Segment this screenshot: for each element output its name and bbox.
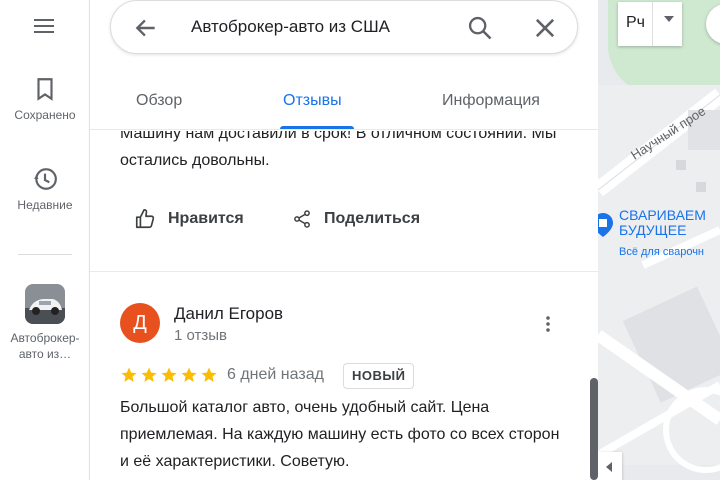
rail-divider xyxy=(18,254,72,255)
collapse-panel-button[interactable] xyxy=(598,452,622,480)
poi-label[interactable]: СВАРИВАЕМ БУДУЩЕЕ xyxy=(619,208,706,238)
active-tab-indicator xyxy=(280,126,354,129)
recent-place-item[interactable]: Автоброкер- авто из… xyxy=(0,284,90,362)
poi-label-line1: СВАРИВАЕМ xyxy=(619,207,706,223)
review-divider xyxy=(90,271,598,272)
like-button[interactable]: Нравится xyxy=(134,206,244,232)
map-background xyxy=(598,0,720,473)
place-label-line1: Автоброкер- xyxy=(10,331,80,345)
new-badge: НОВЫЙ xyxy=(343,363,415,389)
panel-scrollbar[interactable] xyxy=(590,378,598,480)
place-panel: Машину нам доставили в срок! В отличном … xyxy=(90,0,598,480)
chevron-left-icon xyxy=(606,462,612,472)
star-icon xyxy=(201,367,217,382)
menu-icon[interactable] xyxy=(32,14,56,38)
review-count: 1 отзыв xyxy=(174,327,228,344)
search-icon[interactable] xyxy=(466,14,494,42)
share-label: Поделиться xyxy=(324,210,421,227)
language-selector[interactable]: Рч xyxy=(618,2,682,46)
history-icon xyxy=(34,168,57,190)
tab-reviews[interactable]: Отзывы xyxy=(283,92,342,110)
review-author[interactable]: Данил Егоров xyxy=(174,304,283,324)
search-box[interactable]: Автоброкер-авто из США xyxy=(110,0,578,54)
tab-overview[interactable]: Обзор xyxy=(136,92,182,110)
chevron-down-icon[interactable] xyxy=(664,16,674,22)
previous-review: Машину нам доставили в срок! В отличном … xyxy=(90,131,598,201)
review-date: 6 дней назад xyxy=(227,366,324,383)
star-icon xyxy=(141,367,157,382)
avatar[interactable]: Д xyxy=(120,303,160,343)
previous-review-text: Машину нам доставили в срок! В отличном … xyxy=(120,131,557,169)
like-label: Нравится xyxy=(168,210,244,227)
share-icon xyxy=(294,210,310,228)
poi-label-line2: БУДУЩЕЕ xyxy=(619,222,687,238)
language-label: Рч xyxy=(626,14,646,31)
recent-button[interactable]: Недавние xyxy=(0,166,90,212)
language-separator xyxy=(652,2,653,46)
search-input[interactable]: Автоброкер-авто из США xyxy=(191,17,390,37)
thumbs-up-icon xyxy=(135,209,155,229)
saved-label: Сохранено xyxy=(14,108,76,122)
star-icon xyxy=(121,367,137,382)
tab-info[interactable]: Информация xyxy=(442,92,540,110)
review-text: Большой каталог авто, очень удобный сайт… xyxy=(120,399,560,470)
left-rail: Сохранено Недавние Автоброкер- авто из… xyxy=(0,0,90,480)
poi-pin-icon[interactable] xyxy=(598,212,614,238)
map-area[interactable]: Рч Научный прое СВАРИВАЕМ БУДУЩЕЕ Всё дл… xyxy=(598,0,720,480)
star-icon xyxy=(161,367,177,382)
back-arrow-icon[interactable] xyxy=(133,15,159,41)
place-thumbnail xyxy=(25,284,65,324)
poi-category: Всё для сварочн xyxy=(619,246,704,258)
place-label-line2: авто из… xyxy=(18,347,72,361)
more-options-icon[interactable] xyxy=(536,312,560,336)
recent-label: Недавние xyxy=(17,198,73,212)
tab-bar: Обзор Отзывы Информация xyxy=(90,78,598,130)
share-button[interactable]: Поделиться xyxy=(292,206,420,232)
saved-button[interactable]: Сохранено xyxy=(0,76,90,122)
star-rating xyxy=(120,366,220,386)
star-icon xyxy=(181,367,197,382)
bookmark-icon xyxy=(37,78,53,101)
close-icon[interactable] xyxy=(531,14,559,42)
